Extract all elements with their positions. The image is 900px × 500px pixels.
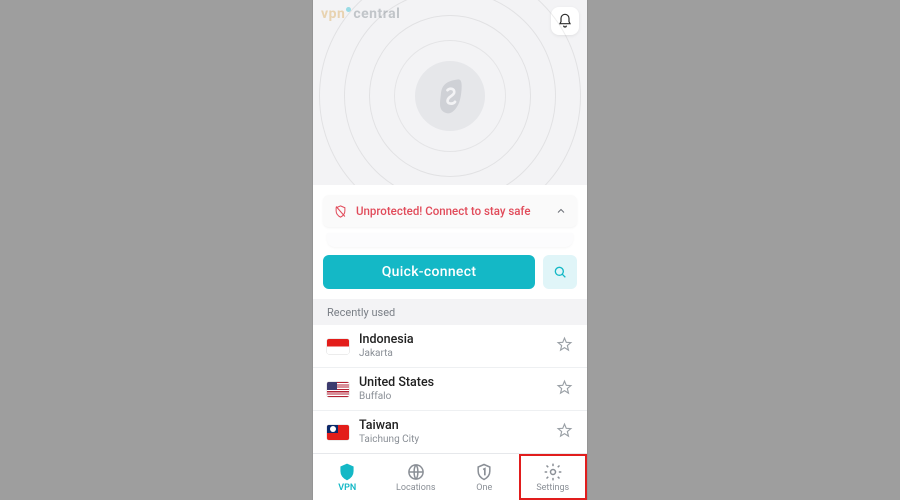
shield-off-icon	[333, 204, 348, 219]
location-row[interactable]: Taiwan Taichung City	[313, 411, 587, 453]
location-city: Buffalo	[359, 391, 556, 402]
tab-label: One	[476, 483, 492, 493]
search-button[interactable]	[543, 255, 577, 289]
content-area: Unprotected! Connect to stay safe Quick-…	[313, 185, 587, 500]
search-icon	[552, 264, 568, 280]
app-window: vpncentral Unprotected! Connect to stay …	[313, 0, 587, 500]
tab-vpn[interactable]: VPN	[313, 454, 382, 500]
flag-icon	[327, 339, 349, 354]
location-row[interactable]: Indonesia Jakarta	[313, 325, 587, 368]
surfshark-icon	[433, 76, 467, 116]
tab-settings[interactable]: Settings	[519, 454, 588, 500]
shield-icon	[337, 462, 357, 482]
tab-label: Settings	[536, 483, 569, 493]
watermark-part1: vpn	[321, 6, 345, 22]
tab-label: Locations	[396, 483, 435, 493]
location-row[interactable]: United States Buffalo	[313, 368, 587, 411]
location-city: Jakarta	[359, 348, 556, 359]
tab-bar: VPN Locations One Settings	[313, 453, 587, 500]
chevron-up-icon	[555, 205, 567, 217]
location-city: Taichung City	[359, 434, 556, 445]
app-logo	[415, 61, 485, 131]
quick-connect-button[interactable]: Quick-connect	[323, 255, 535, 289]
star-icon	[556, 422, 573, 439]
flag-icon	[327, 382, 349, 397]
flag-icon	[327, 425, 349, 440]
card-placeholder	[327, 233, 573, 247]
tab-locations[interactable]: Locations	[382, 454, 451, 500]
status-text: Unprotected! Connect to stay safe	[356, 204, 555, 218]
quick-connect-row: Quick-connect	[323, 255, 577, 289]
tab-one[interactable]: One	[450, 454, 519, 500]
one-shield-icon	[474, 462, 494, 482]
tab-label: VPN	[338, 483, 356, 493]
recent-header: Recently used	[313, 299, 587, 325]
globe-icon	[406, 462, 426, 482]
location-country: Taiwan	[359, 419, 556, 433]
recent-list: Indonesia Jakarta United States Buffalo	[313, 325, 587, 453]
favorite-button[interactable]	[556, 422, 573, 443]
location-country: Indonesia	[359, 333, 556, 347]
gear-icon	[543, 462, 563, 482]
star-icon	[556, 379, 573, 396]
favorite-button[interactable]	[556, 379, 573, 400]
status-banner[interactable]: Unprotected! Connect to stay safe	[323, 195, 577, 227]
hero-section: vpncentral	[313, 0, 587, 185]
favorite-button[interactable]	[556, 336, 573, 357]
star-icon	[556, 336, 573, 353]
location-country: United States	[359, 376, 556, 390]
